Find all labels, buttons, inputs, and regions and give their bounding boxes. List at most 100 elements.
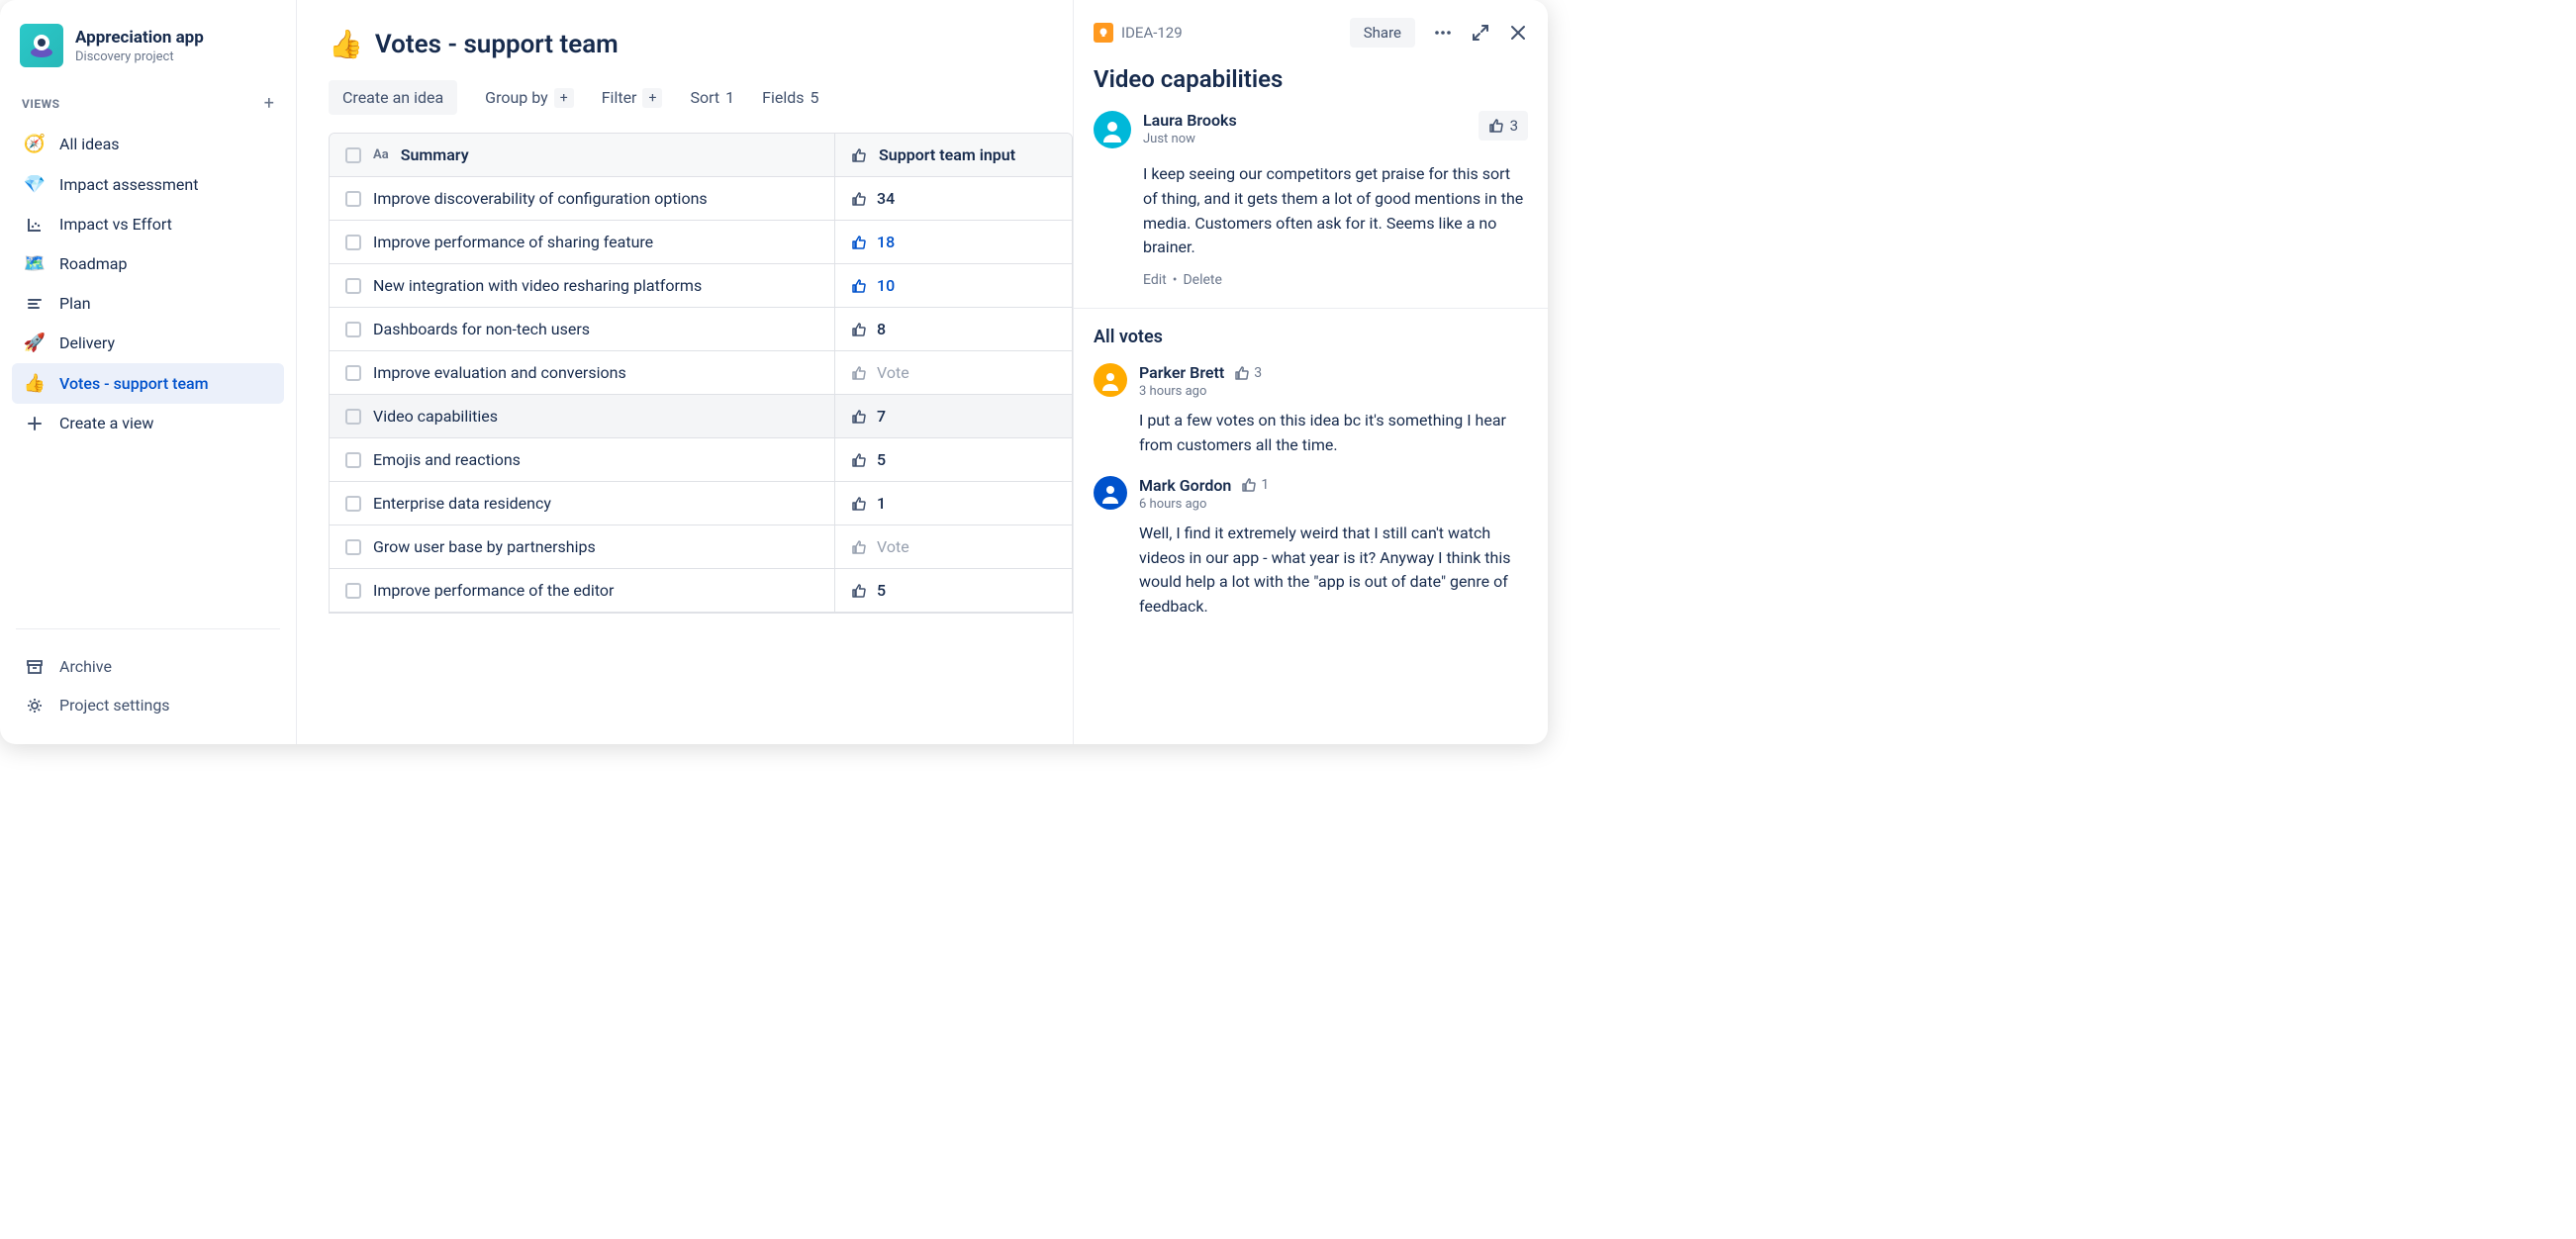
sidebar-item-label: All ideas (59, 135, 120, 153)
sidebar-item-create-view[interactable]: Create a view (12, 404, 284, 442)
vote-value: Vote (851, 537, 909, 556)
row-checkbox[interactable] (345, 191, 361, 207)
row-checkbox[interactable] (345, 496, 361, 512)
column-support-label: Support team input (879, 145, 1015, 164)
vote-value: 1 (851, 494, 886, 513)
author-name: Mark Gordon (1139, 476, 1231, 495)
cell-support[interactable]: 18 (834, 221, 1072, 263)
table-row[interactable]: Improve evaluation and conversions Vote (330, 351, 1072, 395)
thumbs-up-icon (1234, 365, 1250, 381)
fields-button[interactable]: Fields 5 (762, 88, 818, 107)
idea-key-link[interactable]: IDEA-129 (1094, 23, 1183, 43)
sidebar-item-archive[interactable]: Archive (12, 647, 284, 686)
table-row[interactable]: Dashboards for non-tech users 8 (330, 308, 1072, 351)
insight-header: Laura Brooks Just now 3 (1094, 111, 1528, 148)
main-content: 👍 Votes - support team Create an idea Gr… (297, 0, 1073, 744)
cell-support[interactable]: 7 (834, 395, 1072, 437)
project-header[interactable]: Appreciation app Discovery project (12, 20, 284, 87)
cell-support[interactable]: 5 (834, 569, 1072, 612)
gear-icon (24, 697, 46, 715)
cell-summary: Grow user base by partnerships (330, 525, 834, 568)
thumbs-up-icon (851, 583, 867, 599)
table-row[interactable]: New integration with video resharing pla… (330, 264, 1072, 308)
sort-button[interactable]: Sort 1 (690, 88, 734, 107)
cell-summary: Improve discoverability of configuration… (330, 177, 834, 220)
all-votes-title: All votes (1094, 327, 1528, 363)
table-row[interactable]: Emojis and reactions 5 (330, 438, 1072, 482)
insight-actions: Edit•Delete (1094, 260, 1528, 288)
summary-text: Improve performance of the editor (373, 581, 614, 600)
column-summary[interactable]: Aa Summary (330, 134, 834, 176)
view-title: 👍 Votes - support team (329, 28, 1073, 80)
detail-actions: Share (1350, 18, 1528, 48)
cell-support[interactable]: 10 (834, 264, 1072, 307)
sidebar-item-plan[interactable]: Plan (12, 284, 284, 323)
create-idea-button[interactable]: Create an idea (329, 80, 457, 115)
cell-support[interactable]: Vote (834, 351, 1072, 394)
table-row[interactable]: Enterprise data residency 1 (330, 482, 1072, 525)
cell-support[interactable]: 1 (834, 482, 1072, 524)
sidebar-item-project-settings[interactable]: Project settings (12, 686, 284, 724)
row-checkbox[interactable] (345, 365, 361, 381)
sidebar: Appreciation app Discovery project VIEWS… (0, 0, 297, 744)
sidebar-item-delivery[interactable]: 🚀 Delivery (12, 323, 284, 363)
cell-support[interactable]: 34 (834, 177, 1072, 220)
summary-text: Improve performance of sharing feature (373, 233, 653, 251)
sidebar-item-roadmap[interactable]: 🗺️ Roadmap (12, 243, 284, 284)
table-row[interactable]: Video capabilities 7 (330, 395, 1072, 438)
rocket-icon: 🚀 (24, 333, 46, 353)
thumbs-up-icon (1241, 477, 1257, 493)
row-checkbox[interactable] (345, 409, 361, 425)
detail-header: IDEA-129 Share (1074, 0, 1548, 55)
edit-link[interactable]: Edit (1143, 272, 1167, 288)
cell-summary: Emojis and reactions (330, 438, 834, 481)
delete-link[interactable]: Delete (1183, 272, 1221, 288)
vote-entry: Parker Brett 3 3 hours ago I put a few v… (1094, 363, 1528, 476)
expand-icon[interactable] (1471, 23, 1490, 43)
thumbs-up-icon (851, 322, 867, 337)
column-summary-label: Summary (401, 145, 469, 164)
archive-icon (24, 658, 46, 676)
summary-text: New integration with video resharing pla… (373, 276, 702, 295)
cell-support[interactable]: 8 (834, 308, 1072, 350)
text-icon: Aa (373, 147, 389, 162)
vote-value: Vote (851, 363, 909, 382)
table-row[interactable]: Improve performance of sharing feature 1… (330, 221, 1072, 264)
column-support[interactable]: Support team input (834, 134, 1072, 176)
share-button[interactable]: Share (1350, 18, 1415, 48)
row-checkbox[interactable] (345, 539, 361, 555)
thumbs-up-icon (851, 278, 867, 294)
table-row[interactable]: Improve performance of the editor 5 (330, 569, 1072, 613)
sidebar-item-votes-support-team[interactable]: 👍 Votes - support team (12, 363, 284, 404)
summary-text: Improve evaluation and conversions (373, 363, 626, 382)
more-icon[interactable] (1433, 23, 1453, 43)
row-checkbox[interactable] (345, 452, 361, 468)
sidebar-item-label: Impact assessment (59, 175, 198, 194)
row-checkbox[interactable] (345, 322, 361, 337)
vote-count: 1 (1241, 477, 1269, 493)
filter-button[interactable]: Filter + (602, 88, 663, 108)
idea-icon (1094, 23, 1113, 43)
plus-icon: + (642, 88, 662, 108)
select-all-checkbox[interactable] (345, 147, 361, 163)
cell-support[interactable]: Vote (834, 525, 1072, 568)
table-row[interactable]: Grow user base by partnerships Vote (330, 525, 1072, 569)
row-checkbox[interactable] (345, 235, 361, 250)
sidebar-item-impact-assessment[interactable]: 💎 Impact assessment (12, 164, 284, 205)
cell-support[interactable]: 5 (834, 438, 1072, 481)
vote-count-chip[interactable]: 3 (1479, 111, 1528, 141)
sidebar-item-label: Votes - support team (59, 374, 209, 393)
cell-summary: Improve evaluation and conversions (330, 351, 834, 394)
row-checkbox[interactable] (345, 583, 361, 599)
sidebar-item-label: Create a view (59, 414, 153, 432)
sidebar-item-all-ideas[interactable]: 🧭 All ideas (12, 124, 284, 164)
row-checkbox[interactable] (345, 278, 361, 294)
sidebar-item-impact-vs-effort[interactable]: Impact vs Effort (12, 205, 284, 243)
group-by-button[interactable]: Group by + (485, 88, 574, 108)
close-icon[interactable] (1508, 23, 1528, 43)
vote-value: 18 (851, 233, 895, 251)
table-row[interactable]: Improve discoverability of configuration… (330, 177, 1072, 221)
add-view-icon[interactable]: + (264, 93, 274, 114)
sort-label: Sort (690, 88, 719, 107)
sidebar-item-label: Archive (59, 657, 112, 676)
